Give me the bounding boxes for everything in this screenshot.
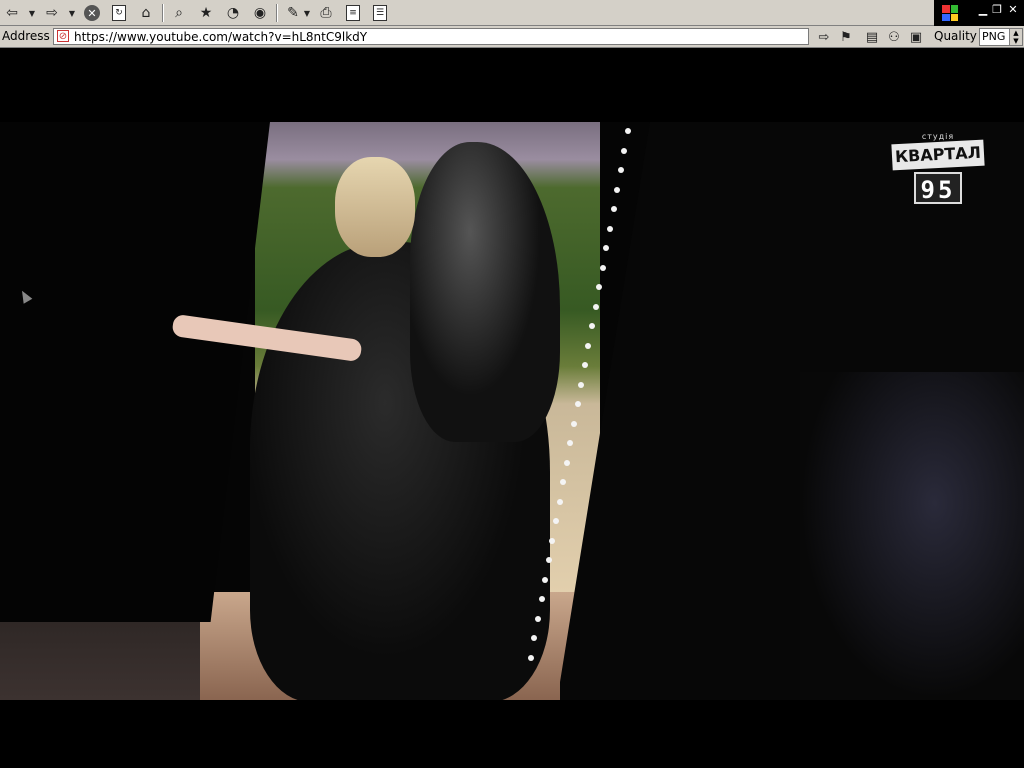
stage-light-dot: [556, 498, 563, 505]
stage-light-dot: [549, 537, 556, 544]
minimize-button[interactable]: ▁: [976, 3, 990, 16]
media-button[interactable]: ◉: [250, 3, 270, 23]
stop-icon: ✕: [84, 5, 100, 21]
stage-light-dot: [538, 596, 545, 602]
address-url[interactable]: https://www.youtube.com/watch?v=hL8ntC9l…: [74, 30, 367, 44]
page-button[interactable]: ☰: [370, 3, 390, 23]
address-bar: Address ⊘ https://www.youtube.com/watch?…: [0, 26, 1024, 48]
stage-light-dot: [625, 128, 631, 134]
stage-light-dot: [614, 186, 621, 193]
home-icon: ⌂: [141, 5, 151, 21]
windows-logo-icon: [942, 5, 958, 21]
favorites-icon: ★: [199, 5, 213, 21]
page-security-icon: ⊘: [57, 30, 69, 42]
clipboard-icon: ▣: [909, 29, 923, 45]
forward-arrow-icon: ⇨: [46, 5, 58, 21]
channel-logo: студія КВАРТАЛ 95: [890, 132, 986, 232]
toolbar-separator: [276, 4, 278, 22]
print-button[interactable]: ⎙: [316, 3, 336, 23]
edit-icon: ✎: [287, 5, 299, 21]
performer-head: [335, 157, 415, 257]
go-button[interactable]: ⇨: [815, 29, 833, 45]
find-button[interactable]: ⚇: [885, 29, 903, 45]
stage-light-dot: [535, 615, 541, 622]
bookmark-button[interactable]: ⚑: [837, 29, 855, 45]
stage-light-dot: [585, 342, 592, 349]
stage-light-dot: [621, 147, 628, 154]
back-dropdown[interactable]: ▼: [28, 3, 36, 23]
refresh-icon: ↻: [112, 5, 126, 21]
page-info-icon: ▤: [865, 29, 879, 45]
logo-title: КВАРТАЛ: [891, 139, 985, 171]
video-frame[interactable]: студія КВАРТАЛ 95: [0, 122, 1024, 700]
forward-dropdown[interactable]: ▼: [68, 3, 76, 23]
address-label: Address: [2, 29, 50, 43]
quality-label: Quality: [934, 29, 977, 43]
edit-button[interactable]: ✎: [283, 3, 303, 23]
print-icon: ⎙: [320, 5, 332, 21]
stage-light-dot: [553, 518, 559, 524]
toolbar-separator: [162, 4, 164, 22]
binoculars-icon: ⚇: [888, 29, 900, 45]
history-icon: ◔: [226, 5, 240, 21]
favorites-button[interactable]: ★: [196, 3, 216, 23]
search-button[interactable]: ⌕: [169, 3, 189, 23]
stage-light-dot: [603, 245, 610, 251]
stage-light-dot: [599, 264, 606, 271]
format-value: PNG: [982, 30, 1006, 43]
stage-light-dot: [607, 225, 613, 232]
media-icon: ◉: [253, 5, 267, 21]
page-info-button[interactable]: ▤: [863, 29, 881, 45]
back-arrow-icon: ⇦: [6, 5, 18, 21]
format-select[interactable]: PNG ▲ ▼: [979, 28, 1023, 46]
stage-light-dot: [545, 557, 552, 563]
go-arrow-icon: ⇨: [818, 29, 830, 45]
stage-light-dot: [617, 167, 624, 173]
history-button[interactable]: ◔: [223, 3, 243, 23]
page-icon: ☰: [373, 5, 387, 21]
stage-light-dot: [563, 459, 570, 466]
restore-button[interactable]: ❐: [990, 3, 1004, 16]
stage-light-dot: [571, 420, 577, 427]
stage-light-dot: [592, 303, 599, 310]
stage-light-dot: [610, 206, 617, 212]
close-button[interactable]: ✕: [1006, 3, 1020, 16]
second-performer: [800, 372, 1024, 700]
stage-light-dot: [574, 401, 581, 407]
back-button[interactable]: ⇦: [2, 3, 22, 23]
stage-light-dot: [596, 284, 603, 290]
home-button[interactable]: ⌂: [136, 3, 156, 23]
clipboard-button[interactable]: ▣: [907, 29, 925, 45]
format-spinner[interactable]: ▲ ▼: [1009, 29, 1022, 45]
stop-button[interactable]: ✕: [82, 3, 102, 23]
edit-dropdown[interactable]: ▼: [303, 3, 311, 23]
discuss-button[interactable]: ≡: [343, 3, 363, 23]
stage-light-dot: [527, 654, 534, 661]
stage-light-dot: [542, 576, 549, 583]
left-stage-panel: [0, 122, 270, 622]
forward-button[interactable]: ⇨: [42, 3, 62, 23]
stage-light-dot: [578, 381, 585, 388]
address-input[interactable]: ⊘ https://www.youtube.com/watch?v=hL8ntC…: [53, 28, 809, 45]
bookmark-icon: ⚑: [840, 29, 852, 45]
refresh-button[interactable]: ↻: [109, 3, 129, 23]
window-controls: ▁ ❐ ✕: [934, 0, 1024, 26]
browser-toolbar: ⇦ ▼ ⇨ ▼ ✕ ↻ ⌂ ⌕ ★ ◔ ◉ ✎ ▼ ⎙ ≡ ☰ ▁ ❐ ✕: [0, 0, 1024, 26]
stage-light-dot: [581, 362, 588, 368]
search-icon: ⌕: [175, 5, 183, 21]
stage-light-dot: [589, 323, 595, 329]
discuss-icon: ≡: [346, 5, 360, 21]
logo-number: 95: [914, 172, 962, 204]
